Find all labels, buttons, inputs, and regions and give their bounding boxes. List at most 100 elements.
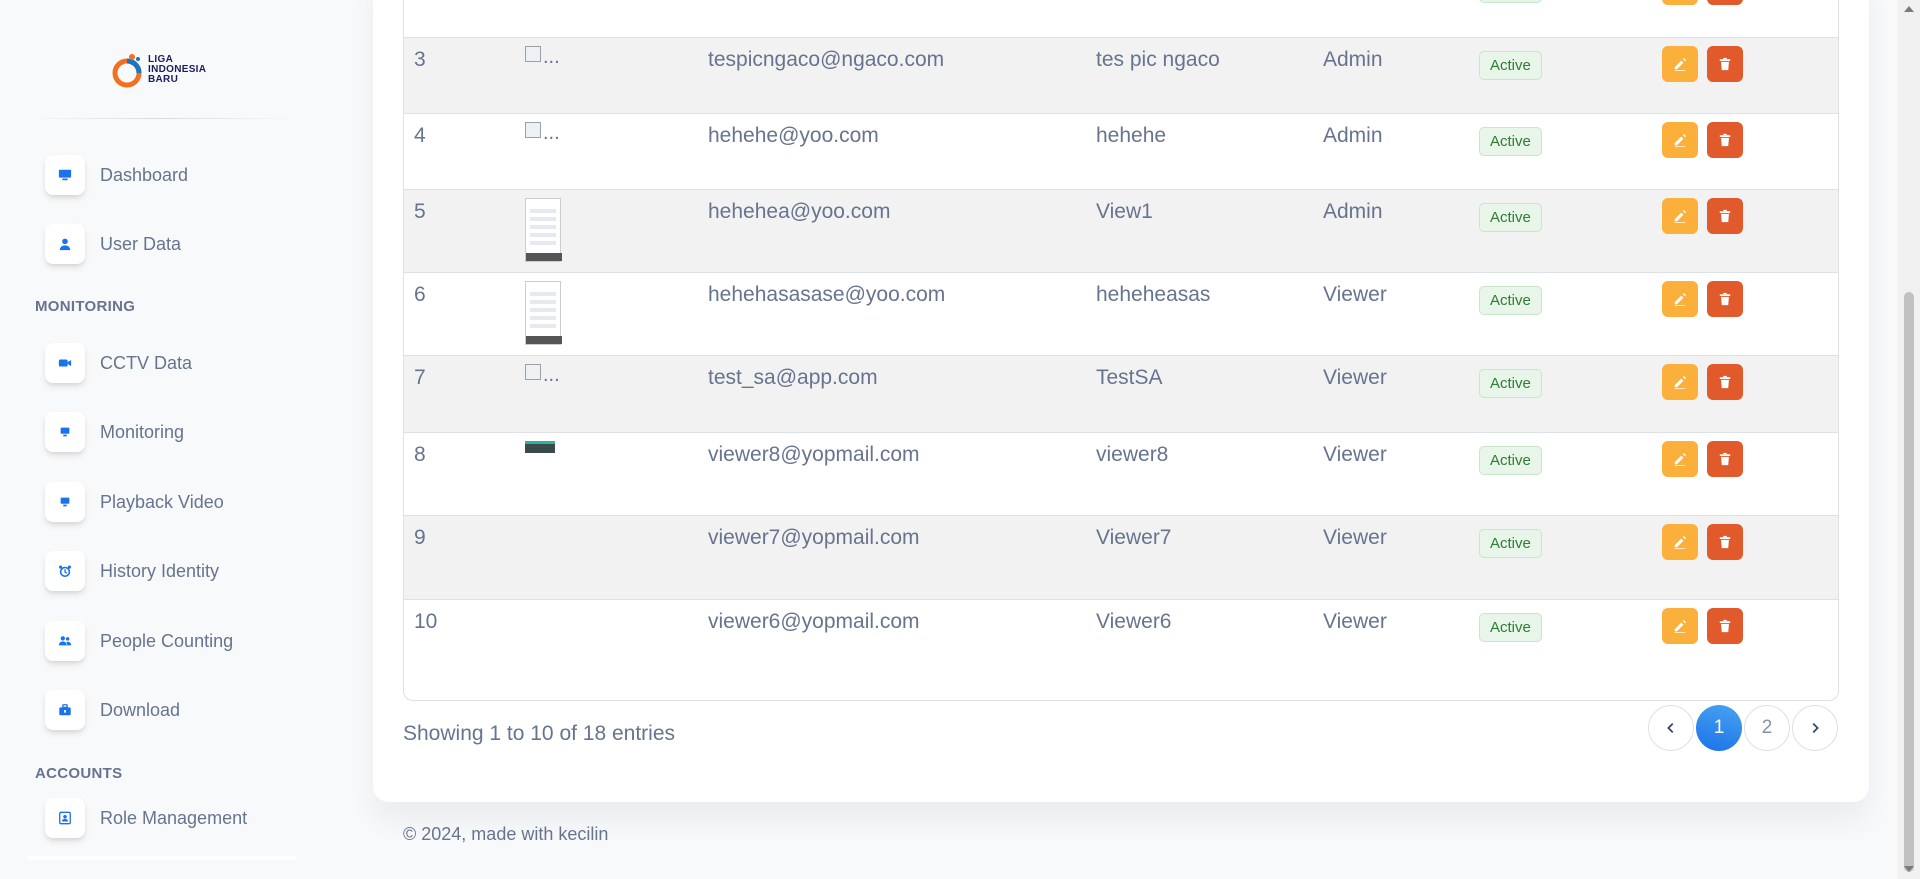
edit-icon <box>1674 209 1687 223</box>
delete-button[interactable] <box>1707 46 1743 82</box>
status-badge: Active <box>1479 446 1542 475</box>
sidebar-item-label: Download <box>100 699 181 720</box>
sidebar-item-monitoring[interactable]: Monitoring <box>45 411 305 453</box>
status-badge: Active <box>1479 51 1542 80</box>
cell-role: Viewer <box>1323 610 1387 633</box>
table-row: 4... hehehe@yoo.com hehehe Admin Active <box>404 113 1838 189</box>
user-photo-thumbnail <box>525 198 562 262</box>
cell-name: hehehe <box>1096 124 1167 147</box>
edit-icon <box>1674 619 1687 633</box>
sidebar-item-people-counting[interactable]: People Counting <box>45 620 305 662</box>
edit-button[interactable] <box>1662 441 1698 477</box>
edit-icon <box>1674 535 1687 549</box>
table-row: 5 hehehea@yoo.com View1 Admin Active <box>404 189 1838 272</box>
edit-button[interactable] <box>1662 0 1698 5</box>
cell-role: Admin <box>1323 124 1383 147</box>
users-table: 2...tespicngaco1@ngaco.comtes pic ngaco1… <box>403 0 1839 701</box>
table-info: Showing 1 to 10 of 18 entries <box>403 722 676 745</box>
sidebar-item-history-identity[interactable]: History Identity <box>45 550 305 592</box>
status-badge: Active <box>1479 613 1542 642</box>
edit-icon <box>1674 375 1687 389</box>
delete-button[interactable] <box>1707 524 1743 560</box>
trash-icon <box>1719 375 1731 389</box>
edit-icon <box>1674 133 1687 147</box>
cell-role: Admin <box>1323 200 1383 223</box>
delete-button[interactable] <box>1707 198 1743 234</box>
delete-button[interactable] <box>1707 281 1743 317</box>
video-camera-icon <box>45 343 85 383</box>
edit-button[interactable] <box>1662 46 1698 82</box>
edit-button[interactable] <box>1662 524 1698 560</box>
cell-actions <box>1662 441 1743 477</box>
table-row: 6 hehehasasase@yoo.com heheheasas Viewer Act… <box>404 272 1838 355</box>
cell-name: TestSA <box>1096 366 1163 389</box>
trash-icon <box>1719 133 1731 147</box>
edit-button[interactable] <box>1662 281 1698 317</box>
cell-email: viewer6@yopmail.com <box>708 610 920 633</box>
cell-role: Viewer <box>1323 366 1387 389</box>
edit-button[interactable] <box>1662 198 1698 234</box>
sidebar-item-cctv-data[interactable]: CCTV Data <box>45 342 305 384</box>
scroll-up-arrow-icon[interactable] <box>1904 6 1914 12</box>
cell-number: 3 <box>414 48 426 71</box>
logo[interactable]: LIGA INDONESIA BARU <box>110 48 210 92</box>
user-icon <box>45 224 85 264</box>
sidebar-divider <box>28 118 296 119</box>
scroll-down-arrow-icon[interactable] <box>1904 866 1914 872</box>
cell-status: Active <box>1479 369 1542 398</box>
sidebar-item-download[interactable]: Download <box>45 689 305 731</box>
alarm-clock-icon <box>45 551 85 591</box>
sidebar-item-label: User Data <box>100 233 182 254</box>
cell-name: Viewer7 <box>1096 526 1172 549</box>
edit-button[interactable] <box>1662 608 1698 644</box>
sidebar-item-playback-video[interactable]: Playback Video <box>45 481 305 523</box>
delete-button[interactable] <box>1707 122 1743 158</box>
cell-photo: ... <box>525 46 560 69</box>
status-badge: Active <box>1479 286 1542 315</box>
cell-actions <box>1662 46 1743 82</box>
edit-icon <box>1674 452 1687 466</box>
cell-status: Active <box>1479 446 1542 475</box>
section-title-accounts: ACCOUNTS <box>35 765 123 782</box>
cell-actions <box>1662 281 1743 317</box>
pagination-page-2[interactable]: 2 <box>1744 705 1790 751</box>
cell-status: Active <box>1479 286 1542 315</box>
sidebar: LIGA INDONESIA BARU Dashboard User Data … <box>0 0 320 879</box>
sidebar-item-user-data[interactable]: User Data <box>45 223 305 265</box>
table-row: 3... tespicngaco@ngaco.com tes pic ngaco Ad… <box>404 37 1838 113</box>
cell-name: View1 <box>1096 200 1153 223</box>
sidebar-bottom-divider <box>28 856 296 860</box>
cell-actions <box>1662 364 1743 400</box>
status-badge: Active <box>1479 127 1542 156</box>
id-badge-icon <box>45 798 85 838</box>
sidebar-item-label: People Counting <box>100 630 234 651</box>
edit-button[interactable] <box>1662 364 1698 400</box>
cell-number: 9 <box>414 526 426 549</box>
sidebar-item-role-management[interactable]: Role Management <box>45 797 305 839</box>
delete-button[interactable] <box>1707 441 1743 477</box>
user-photo-thumbnail <box>525 281 562 345</box>
cell-name: viewer8 <box>1096 443 1169 466</box>
edit-icon <box>1674 292 1687 306</box>
sidebar-item-label: Role Management <box>100 807 248 828</box>
logo-mark-icon <box>110 51 146 89</box>
cell-role: Viewer <box>1323 526 1387 549</box>
pagination-next-button[interactable] <box>1792 705 1838 751</box>
edit-button[interactable] <box>1662 122 1698 158</box>
pagination-page-1[interactable]: 1 <box>1696 705 1742 751</box>
cell-photo <box>525 441 555 453</box>
table-row: 8 viewer8@yopmail.com viewer8 Viewer Active <box>404 432 1838 515</box>
cell-photo <box>525 198 562 262</box>
delete-button[interactable] <box>1707 608 1743 644</box>
cell-number: 8 <box>414 443 426 466</box>
scrollbar-thumb[interactable] <box>1904 292 1914 872</box>
delete-button[interactable] <box>1707 0 1743 5</box>
cell-number: 4 <box>414 124 426 147</box>
delete-button[interactable] <box>1707 364 1743 400</box>
trash-icon <box>1719 619 1731 633</box>
page-scrollbar[interactable] <box>1898 0 1920 879</box>
user-photo-thumbnail <box>525 441 555 453</box>
sidebar-item-dashboard[interactable]: Dashboard <box>45 154 305 196</box>
monitor-icon <box>45 412 85 452</box>
pagination-prev-button[interactable] <box>1648 705 1694 751</box>
